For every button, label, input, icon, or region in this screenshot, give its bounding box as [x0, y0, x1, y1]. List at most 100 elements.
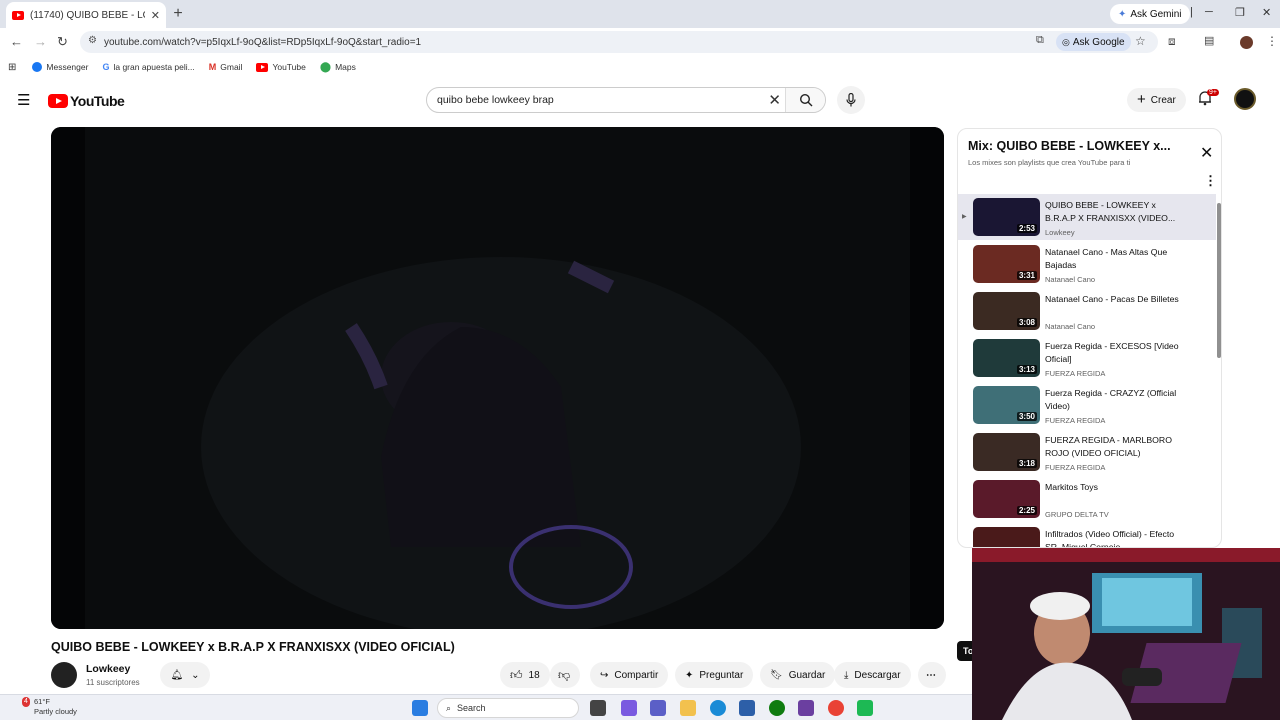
- new-tab-button[interactable]: +: [170, 5, 186, 23]
- search-button[interactable]: [785, 88, 825, 112]
- account-avatar[interactable]: [1234, 88, 1256, 110]
- playlist-item-title[interactable]: FUERZA REGIDA - MARLBORO ROJO (VIDEO OFI…: [1045, 434, 1185, 460]
- address-bar[interactable]: ⚙ youtube.com/watch?v=p5IqxLf-9oQ&list=R…: [80, 31, 1158, 53]
- app-icon[interactable]: [798, 700, 814, 716]
- bookmark-maps[interactable]: ⬤ Maps: [320, 62, 356, 73]
- playlist-thumbnail[interactable]: 3:31: [973, 245, 1040, 283]
- playlist-item[interactable]: Infiltrados (Video Official) - Efecto SR…: [958, 523, 1216, 547]
- edge-icon[interactable]: [710, 700, 726, 716]
- playlist-item[interactable]: 2:25 Markitos Toys GRUPO DELTA TV: [958, 476, 1216, 522]
- weather-widget[interactable]: 4 61°F Partly cloudy: [12, 697, 77, 717]
- close-window-icon[interactable]: ✕: [1262, 6, 1271, 19]
- copilot-icon[interactable]: [621, 700, 637, 716]
- playlist-thumbnail[interactable]: 3:18: [973, 433, 1040, 471]
- playlist-item-title[interactable]: Fuerza Regida - CRAZYZ (Official Video): [1045, 387, 1185, 413]
- extensions-icon[interactable]: ⧈: [1168, 34, 1176, 49]
- playlist-thumbnail[interactable]: 3:50: [973, 386, 1040, 424]
- playlist-item-title[interactable]: Natanael Cano - Mas Altas Que Bajadas: [1045, 246, 1185, 272]
- cast-icon[interactable]: ⧉: [1036, 34, 1044, 47]
- bookmark-star-icon[interactable]: ☆: [1135, 34, 1146, 48]
- bookmark-messenger[interactable]: Messenger: [32, 62, 88, 72]
- store-icon[interactable]: [739, 700, 755, 716]
- playlist-item[interactable]: ▶ 2:53 QUIBO BEBE - LOWKEEY x B.R.A.P X FR…: [958, 194, 1216, 240]
- task-view-icon[interactable]: [590, 700, 606, 716]
- playlist-more-icon[interactable]: ⋮: [1204, 173, 1217, 189]
- side-panel-icon[interactable]: ▤: [1204, 34, 1214, 47]
- share-label: Compartir: [614, 669, 659, 681]
- playlist-item-title[interactable]: Markitos Toys: [1045, 481, 1185, 494]
- browser-tab-strip: (11740) QUIBO BEBE - LOWKEEY ✕ + ✦ Ask G…: [0, 0, 1280, 28]
- playlist-scrollbar[interactable]: [1217, 203, 1221, 358]
- share-button[interactable]: ↪ Compartir: [590, 662, 669, 688]
- xbox-icon[interactable]: [769, 700, 785, 716]
- ask-button[interactable]: ✦ Preguntar: [675, 662, 754, 688]
- playlist-item[interactable]: 3:50 Fuerza Regida - CRAZYZ (Official Vid…: [958, 382, 1216, 428]
- save-label: Guardar: [788, 669, 826, 681]
- tab-close-button[interactable]: ✕: [151, 9, 160, 22]
- apps-grid-icon[interactable]: ⊞: [8, 62, 16, 73]
- bookmark-icon: 🔖︎: [770, 669, 783, 681]
- maximize-icon[interactable]: ❐: [1235, 6, 1245, 19]
- dislike-button[interactable]: 👎︎: [550, 662, 580, 688]
- search-input[interactable]: quibo bebe lowkeey brap: [437, 94, 554, 106]
- playlist-item-title[interactable]: Fuerza Regida - EXCESOS [Video Oficial]: [1045, 340, 1185, 366]
- playlist-item-title[interactable]: Infiltrados (Video Official) - Efecto SR…: [1045, 528, 1185, 547]
- google-lens-icon: ◎: [1062, 36, 1070, 47]
- app-icon-2[interactable]: [857, 700, 873, 716]
- taskbar-search[interactable]: ⌕ Search: [437, 698, 579, 718]
- playlist-item-channel: Natanael Cano: [1045, 322, 1096, 331]
- channel-avatar[interactable]: [51, 662, 77, 688]
- bookmark-gmail[interactable]: M Gmail: [209, 62, 243, 72]
- windows-start-icon[interactable]: [412, 700, 428, 716]
- playlist-item[interactable]: 3:13 Fuerza Regida - EXCESOS [Video Ofici…: [958, 335, 1216, 381]
- browser-tab[interactable]: (11740) QUIBO BEBE - LOWKEEY ✕: [6, 2, 166, 28]
- minimize-icon[interactable]: ─: [1205, 6, 1213, 18]
- gmail-icon: M: [208, 62, 217, 72]
- video-player[interactable]: [51, 127, 944, 629]
- save-button[interactable]: 🔖︎ Guardar: [760, 662, 836, 688]
- clear-search-icon[interactable]: ✕: [768, 91, 781, 109]
- bookmark-youtube[interactable]: YouTube: [256, 62, 306, 72]
- video-duration: 3:08: [1016, 318, 1037, 327]
- download-button[interactable]: ⤓ Descargar: [834, 662, 911, 688]
- forward-icon[interactable]: →: [34, 34, 47, 49]
- weather-badge: 4: [22, 697, 30, 707]
- chrome-icon[interactable]: [828, 700, 844, 716]
- ask-google-button[interactable]: ◎ Ask Google: [1056, 33, 1131, 51]
- sparkle-icon: ✦: [685, 669, 694, 681]
- file-explorer-icon[interactable]: [680, 700, 696, 716]
- voice-search-button[interactable]: [837, 86, 865, 114]
- thumbs-down-icon: 👎︎: [558, 667, 571, 682]
- site-info-icon[interactable]: ⚙: [88, 35, 97, 46]
- subscription-bell-button[interactable]: 🔔︎ ⌄: [160, 662, 210, 688]
- playlist-thumbnail[interactable]: 3:08: [973, 292, 1040, 330]
- profile-avatar[interactable]: [1240, 36, 1253, 49]
- playlist-thumbnail[interactable]: 2:53: [973, 198, 1040, 236]
- reload-icon[interactable]: ↻: [57, 34, 68, 50]
- playlist-thumbnail[interactable]: 2:25: [973, 480, 1040, 518]
- bookmark-gran-apuesta[interactable]: Gla gran apuesta peli...: [102, 62, 194, 72]
- playlist-item[interactable]: 3:18 FUERZA REGIDA - MARLBORO ROJO (VIDEO…: [958, 429, 1216, 475]
- channel-name[interactable]: Lowkeey: [86, 663, 130, 675]
- maps-pin-icon: ⬤: [319, 61, 332, 73]
- ask-gemini-button[interactable]: ✦ Ask Gemini: [1110, 4, 1190, 24]
- playlist-item-title[interactable]: QUIBO BEBE - LOWKEEY x B.R.A.P X FRANXIS…: [1045, 199, 1185, 225]
- search-box[interactable]: quibo bebe lowkeey brap ✕: [426, 87, 826, 113]
- create-button[interactable]: + Crear: [1127, 88, 1186, 112]
- more-actions-button[interactable]: ⋯: [918, 662, 946, 688]
- hamburger-menu-icon[interactable]: ☰: [17, 91, 30, 109]
- chrome-menu-icon[interactable]: ⋮: [1266, 34, 1278, 48]
- close-playlist-icon[interactable]: ✕: [1200, 143, 1213, 163]
- playlist-item[interactable]: 3:08 Natanael Cano - Pacas De Billetes Nat…: [958, 288, 1216, 334]
- back-icon[interactable]: ←: [10, 34, 23, 49]
- playlist-item-channel: FUERZA REGIDA: [1045, 416, 1106, 425]
- playlist-title[interactable]: Mix: QUIBO BEBE - LOWKEEY x...: [968, 139, 1171, 153]
- teams-icon[interactable]: [650, 700, 666, 716]
- like-button[interactable]: 👍︎ 18: [500, 662, 550, 688]
- search-icon: [799, 93, 812, 107]
- playlist-item-title[interactable]: Natanael Cano - Pacas De Billetes: [1045, 293, 1185, 306]
- playlist-item[interactable]: 3:31 Natanael Cano - Mas Altas Que Bajada…: [958, 241, 1216, 287]
- playlist-thumbnail[interactable]: 3:13: [973, 339, 1040, 377]
- playlist-thumbnail[interactable]: [973, 527, 1040, 547]
- youtube-logo[interactable]: YouTube: [48, 93, 125, 109]
